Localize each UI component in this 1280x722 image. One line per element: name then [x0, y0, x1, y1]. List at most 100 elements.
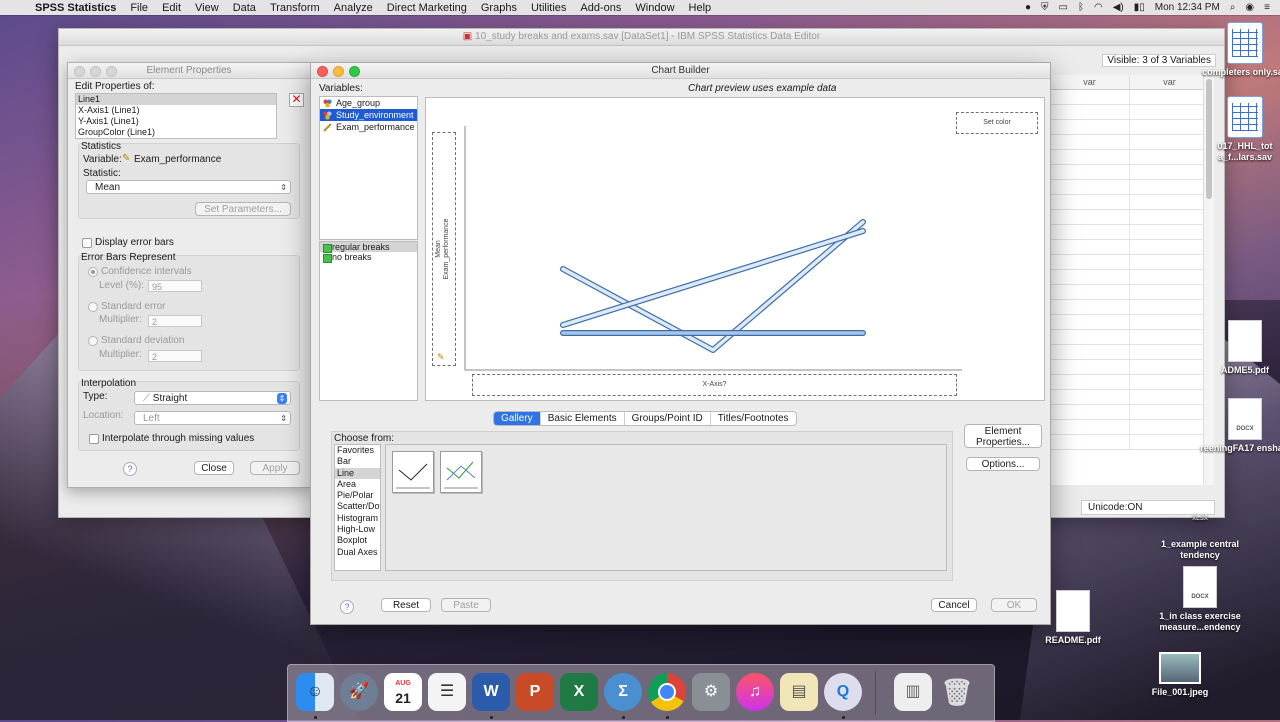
volume-status-icon[interactable]: ◀) — [1113, 2, 1124, 13]
column-header[interactable]: var — [1130, 75, 1210, 89]
element-x-axis[interactable]: X-Axis1 (Line1) — [76, 105, 276, 116]
desktop-file[interactable]: ADME5.pdf — [1200, 320, 1280, 376]
desktop-file[interactable]: completers only.sav — [1200, 22, 1280, 78]
menu-direct-marketing[interactable]: Direct Marketing — [380, 2, 474, 14]
interpolation-type-select[interactable]: ⟋ Straight ⇕ — [134, 391, 291, 405]
system-preferences-icon[interactable]: ⚙ — [692, 673, 730, 711]
desktop-file[interactable]: DOCX 1_in class exercise measure...enden… — [1155, 566, 1245, 633]
category-no-breaks[interactable]: no breaks — [320, 252, 417, 263]
downloads-stack-icon[interactable]: ▥ — [894, 673, 932, 711]
standard-error-radio[interactable] — [88, 302, 98, 312]
element-y-axis[interactable]: Y-Axis1 (Line1) — [76, 116, 276, 127]
element-group-color[interactable]: GroupColor (Line1) — [76, 127, 276, 138]
close-window-icon[interactable] — [317, 66, 328, 77]
element-properties-button[interactable]: Element Properties... — [964, 424, 1042, 448]
element-line1[interactable]: Line1 — [76, 94, 276, 105]
spss-statistics-icon[interactable]: Σ — [604, 673, 642, 711]
zoom-window-icon[interactable] — [349, 66, 360, 77]
shield-status-icon[interactable]: ⛨ — [1041, 2, 1049, 13]
column-header[interactable]: var — [1050, 75, 1130, 89]
trash-icon[interactable]: 🗑 — [938, 673, 976, 711]
variables-list[interactable]: Age_group Study_environment Exam_perform… — [319, 96, 418, 240]
level-input[interactable]: 95 — [148, 280, 202, 292]
window-controls[interactable] — [74, 66, 117, 77]
interpolate-missing-checkbox[interactable] — [89, 434, 99, 444]
siri-icon[interactable]: ◉ — [1245, 2, 1254, 13]
bluetooth-status-icon[interactable]: ᛒ — [1078, 2, 1084, 13]
options-button[interactable]: Options... — [966, 457, 1040, 471]
location-select[interactable]: Left ⇕ — [134, 411, 291, 425]
chart-type-item[interactable]: Line — [335, 467, 380, 479]
chart-type-item[interactable]: Pie/Polar — [335, 490, 380, 501]
preview-app-icon[interactable]: ▤ — [780, 673, 818, 711]
spotlight-icon[interactable]: ⌕ — [1230, 2, 1236, 13]
desktop-file[interactable]: README.pdf — [1028, 590, 1118, 646]
launchpad-icon[interactable]: 🚀 — [340, 673, 378, 711]
battery-status-icon[interactable]: ▮▯ — [1134, 2, 1145, 13]
chart-type-item[interactable]: Favorites — [335, 445, 380, 456]
powerpoint-icon[interactable]: P — [516, 673, 554, 711]
close-button[interactable]: Close — [194, 461, 234, 475]
menu-file[interactable]: File — [123, 2, 155, 14]
elements-list[interactable]: Line1 X-Axis1 (Line1) Y-Axis1 (Line1) Gr… — [75, 93, 277, 139]
tab-gallery[interactable]: Gallery — [494, 412, 541, 425]
chart-type-item[interactable]: High-Low — [335, 524, 380, 535]
chart-preview-canvas[interactable]: Set color Mean Exam_performance ✎ X-Axis… — [425, 97, 1045, 401]
quicktime-icon[interactable]: Q — [824, 673, 862, 711]
desktop-file[interactable]: XLSX 1_example central tendency — [1155, 514, 1245, 561]
menu-add-ons[interactable]: Add-ons — [573, 2, 628, 14]
variable-study-environment[interactable]: Study_environment — [320, 109, 417, 121]
help-button[interactable]: ? — [123, 462, 137, 476]
variable-exam-performance[interactable]: Exam_performance — [320, 121, 417, 133]
help-button[interactable]: ? — [340, 600, 354, 614]
menu-window[interactable]: Window — [628, 2, 681, 14]
chart-type-item[interactable]: Area — [335, 479, 380, 490]
finder-icon[interactable]: ☺ — [296, 673, 334, 711]
delete-element-button[interactable]: ✕ — [289, 93, 304, 107]
chart-type-item[interactable]: Histogram — [335, 513, 380, 524]
skype-status-icon[interactable]: ● — [1025, 2, 1031, 13]
multiplier-sd-input[interactable]: 2 — [148, 350, 202, 362]
data-grid[interactable]: var var — [1049, 75, 1210, 485]
chart-type-item[interactable]: Dual Axes — [335, 547, 380, 558]
display-status-icon[interactable]: ▭ — [1059, 2, 1068, 13]
tab-titles-footnotes[interactable]: Titles/Footnotes — [711, 412, 796, 425]
cancel-button[interactable]: Cancel — [931, 598, 977, 612]
category-regular-breaks[interactable]: regular breaks — [320, 242, 417, 253]
window-controls[interactable] — [317, 66, 360, 77]
x-axis-dropzone[interactable]: X-Axis? — [472, 374, 957, 396]
menu-view[interactable]: View — [188, 2, 226, 14]
desktop-file[interactable]: DOCX reeningFA17 enshaw — [1200, 398, 1280, 454]
minimize-window-icon[interactable] — [333, 66, 344, 77]
clock[interactable]: Mon 12:34 PM — [1155, 2, 1220, 13]
apply-button[interactable]: Apply — [250, 461, 300, 475]
statistic-select[interactable]: Mean ⇕ — [86, 180, 291, 194]
paste-button[interactable]: Paste — [441, 598, 491, 612]
chart-type-list[interactable]: Favorites Bar Line Area Pie/Polar Scatte… — [334, 444, 381, 571]
simple-line-thumbnail[interactable] — [392, 451, 434, 493]
reminders-icon[interactable]: ☰ — [428, 673, 466, 711]
chrome-icon[interactable] — [648, 673, 686, 711]
excel-icon[interactable]: X — [560, 673, 598, 711]
menu-help[interactable]: Help — [682, 2, 719, 14]
chart-type-item[interactable]: Scatter/Dot — [335, 501, 380, 512]
desktop-file[interactable]: 017_HHL_tot a_f...lars.sav — [1200, 96, 1280, 163]
word-icon[interactable]: W — [472, 673, 510, 711]
menu-edit[interactable]: Edit — [155, 2, 188, 14]
chart-type-item[interactable]: Boxplot — [335, 535, 380, 546]
menu-data[interactable]: Data — [226, 2, 263, 14]
chart-type-item[interactable]: Bar — [335, 456, 380, 467]
calendar-icon[interactable]: AUG 21 — [384, 673, 422, 711]
multiplier-se-input[interactable]: 2 — [148, 315, 202, 327]
menu-transform[interactable]: Transform — [263, 2, 327, 14]
wifi-status-icon[interactable]: ◠ — [1094, 2, 1103, 13]
confidence-intervals-radio[interactable] — [88, 267, 98, 277]
menu-utilities[interactable]: Utilities — [524, 2, 573, 14]
itunes-icon[interactable]: ♫ — [736, 673, 774, 711]
display-error-bars-checkbox[interactable] — [82, 238, 92, 248]
reset-button[interactable]: Reset — [381, 598, 431, 612]
notification-center-icon[interactable]: ≡ — [1264, 2, 1270, 13]
menu-analyze[interactable]: Analyze — [327, 2, 380, 14]
menu-graphs[interactable]: Graphs — [474, 2, 524, 14]
desktop-file[interactable]: File_001.jpeg — [1135, 652, 1225, 698]
